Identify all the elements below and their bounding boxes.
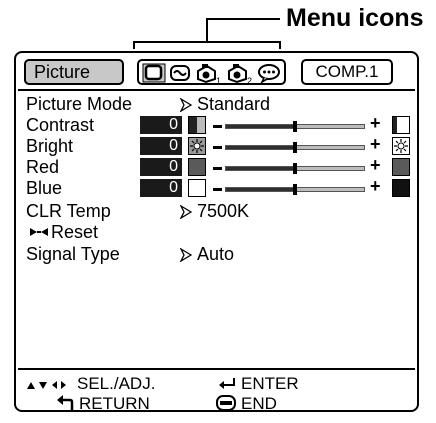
direction-arrows-icon [27,381,66,389]
reset-item[interactable]: Reset [30,221,98,243]
contrast-value: 0 [140,116,182,134]
slider-thumb[interactable] [293,184,297,195]
reset-row[interactable]: Reset [16,221,416,243]
minus-icon [213,188,222,191]
slider-thumb[interactable] [293,121,297,132]
plus-icon: + [370,134,381,154]
contrast-slider[interactable]: + [213,113,385,133]
svg-text:2: 2 [247,76,252,85]
picture-icon[interactable] [142,63,166,88]
projector-2-icon[interactable]: 2 [226,63,254,90]
enter-icon [219,378,235,389]
menu-icons-callout: Menu icons [286,4,424,32]
red-low-swatch [188,158,206,176]
clr-temp-row[interactable]: CLR Temp 7500K [16,200,416,222]
option-arrow-icon [179,204,193,220]
footer-divider [18,368,415,370]
menu-button-icon [216,395,236,411]
header-divider [18,89,415,91]
blue-value: 0 [140,179,182,197]
bright-label: Bright [26,136,74,156]
plus-icon: + [370,176,381,196]
slider-thumb[interactable] [293,163,297,174]
blue-label: Blue [26,178,63,198]
end-hint: END [216,394,277,414]
sel-adj-hint: SEL./ADJ. [26,374,155,394]
bright-slider[interactable]: + [213,134,385,154]
return-hint: RETURN [56,394,150,414]
clr-temp-label: CLR Temp [26,201,111,221]
callout-leader-line [206,18,280,20]
projector-1-icon[interactable]: 1 [195,63,223,90]
blue-low-swatch [188,179,206,197]
return-label: RETURN [79,394,150,413]
red-label: Red [26,157,60,177]
reset-icon [30,228,48,236]
picture-mode-option[interactable]: Standard [179,93,271,115]
minus-icon [213,125,222,128]
end-label: END [241,394,277,413]
picture-mode-label: Picture Mode [26,94,133,114]
option-arrow-icon [179,97,193,113]
plus-icon: + [370,155,381,175]
blue-slider[interactable]: + [213,176,385,196]
minus-icon [213,167,222,170]
svg-text:1: 1 [216,76,221,85]
input-source-tab[interactable]: COMP.1 [301,59,393,85]
brightness-low-icon [188,137,206,155]
clr-temp-option[interactable]: 7500K [179,200,250,222]
contrast-low-icon [188,116,206,134]
enter-hint: ENTER [218,374,299,394]
blue-high-swatch [392,179,410,197]
callout-bracket [133,41,281,49]
picture-mode-value: Standard [197,94,271,114]
menu-icon-bar: 1 2 [137,59,286,88]
red-slider[interactable]: + [213,155,385,175]
slider-thumb[interactable] [293,142,297,153]
red-value: 0 [140,158,182,176]
fine-sync-icon[interactable] [169,63,191,88]
sel-adj-label: SEL./ADJ. [77,374,156,393]
signal-type-row[interactable]: Signal Type Auto [16,243,416,265]
red-row[interactable]: Red 0 + [16,156,416,178]
brightness-high-icon [392,137,410,155]
plus-icon: + [370,113,381,133]
bright-value: 0 [140,137,182,155]
reset-label: Reset [51,222,99,242]
red-high-swatch [392,158,410,176]
tab-picture[interactable]: Picture [24,59,124,85]
picture-mode-row[interactable]: Picture Mode Standard [16,93,416,115]
enter-label: ENTER [241,374,299,393]
return-icon [57,395,74,410]
signal-type-value: Auto [197,244,235,264]
signal-type-label: Signal Type [26,244,120,264]
bright-row[interactable]: Bright 0 + [16,135,416,157]
minus-icon [213,146,222,149]
contrast-high-icon [392,116,410,134]
blue-row[interactable]: Blue 0 + [16,177,416,199]
speech-bubble-icon[interactable] [257,63,281,88]
picture-menu-window: Picture 1 2 COMP.1 Picture Mode Standard… [14,51,419,414]
contrast-row[interactable]: Contrast 0 + [16,114,416,136]
option-arrow-icon [179,247,193,263]
callout-leader-line-vertical [206,18,208,42]
clr-temp-value: 7500K [197,201,250,221]
contrast-label: Contrast [26,115,95,135]
signal-type-option[interactable]: Auto [179,243,235,265]
